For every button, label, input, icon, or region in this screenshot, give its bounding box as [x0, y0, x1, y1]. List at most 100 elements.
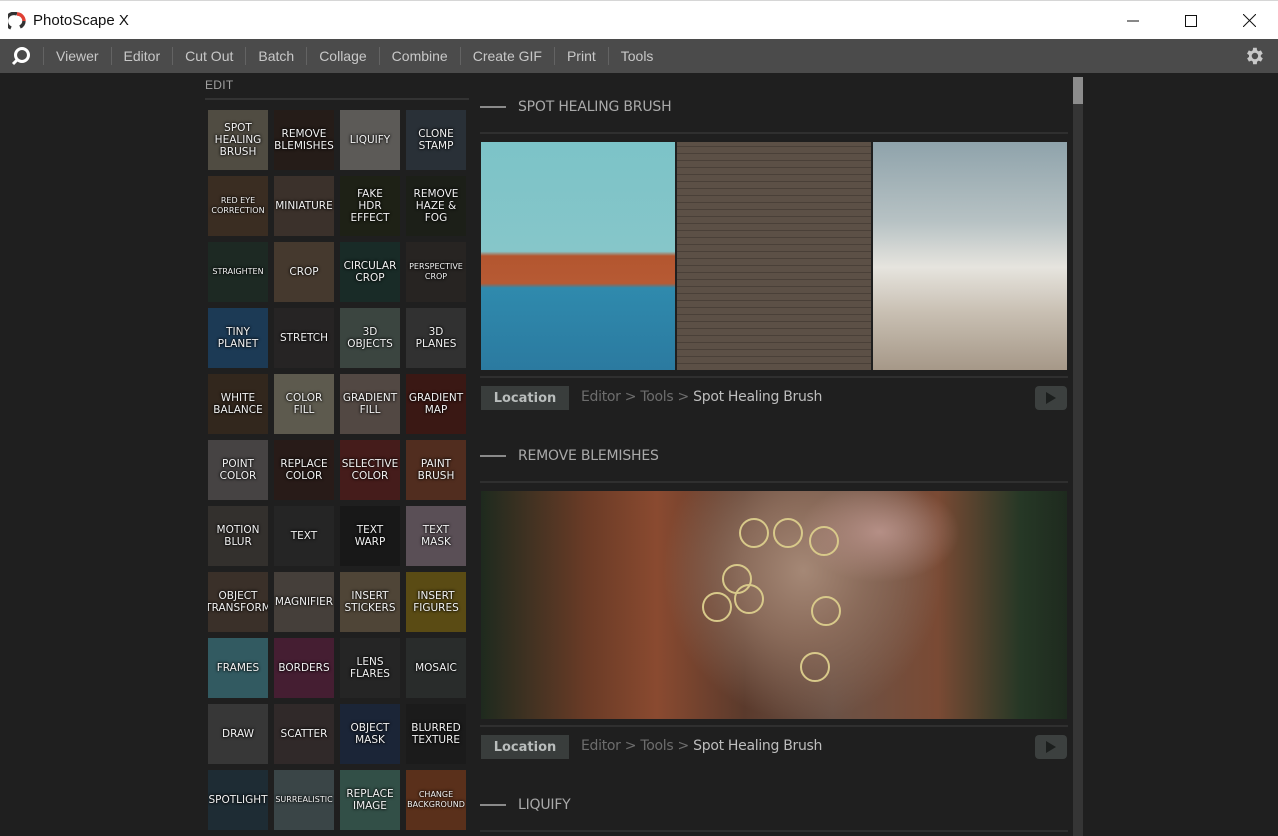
play-icon	[1046, 741, 1056, 753]
path-current: Spot Healing Brush	[693, 389, 823, 405]
title-bar: PhotoScape X	[0, 0, 1278, 39]
tool-tile-perspective-crop[interactable]: PERSPECTIVE CROP	[406, 242, 466, 302]
tool-tile-stretch[interactable]: STRETCH	[274, 308, 334, 368]
menu-item-tools[interactable]: Tools	[607, 47, 666, 65]
tool-tile-text-mask[interactable]: TEXT MASK	[406, 506, 466, 566]
tool-tile-motion-blur[interactable]: MOTION BLUR	[208, 506, 268, 566]
tool-tile-object-mask[interactable]: OBJECT MASK	[340, 704, 400, 764]
tool-tile-gradient-map[interactable]: GRADIENT MAP	[406, 374, 466, 434]
scrollbar-thumb[interactable]	[1073, 77, 1083, 104]
path-separator: >	[677, 389, 690, 405]
tool-tile-point-color[interactable]: POINT COLOR	[208, 440, 268, 500]
tool-tile-3d-objects[interactable]: 3D OBJECTS	[340, 308, 400, 368]
tool-label: BLURRED TEXTURE	[411, 722, 461, 746]
tool-tile-insert-figures[interactable]: INSERT FIGURES	[406, 572, 466, 632]
tool-tile-lens-flares[interactable]: LENS FLARES	[340, 638, 400, 698]
tool-tile-paint-brush[interactable]: PAINT BRUSH	[406, 440, 466, 500]
tool-tile-tiny-planet[interactable]: TINY PLANET	[208, 308, 268, 368]
tool-tile-spot-healing-brush[interactable]: SPOT HEALING BRUSH	[208, 110, 268, 170]
gear-icon[interactable]	[1243, 45, 1265, 67]
menu-item-collage[interactable]: Collage	[306, 47, 378, 65]
tool-tile-magnifier[interactable]: MAGNIFIER	[274, 572, 334, 632]
section-divider	[480, 725, 1068, 727]
path-separator: >	[677, 738, 690, 754]
tool-tile-clone-stamp[interactable]: CLONE STAMP	[406, 110, 466, 170]
tool-tile-3d-planes[interactable]: 3D PLANES	[406, 308, 466, 368]
tool-tile-text[interactable]: TEXT	[274, 506, 334, 566]
blemish-marker	[739, 518, 769, 548]
tool-tile-red-eye-correction[interactable]: RED EYE CORRECTION	[208, 176, 268, 236]
tool-tile-remove-haze-fog[interactable]: REMOVE HAZE & FOG	[406, 176, 466, 236]
tool-tile-blurred-texture[interactable]: BLURRED TEXTURE	[406, 704, 466, 764]
section-divider	[480, 481, 1068, 483]
location-button[interactable]: Location	[481, 735, 569, 759]
tool-tile-miniature[interactable]: MINIATURE	[274, 176, 334, 236]
tool-label: BORDERS	[278, 662, 330, 674]
section-header-remove-blemishes: REMOVE BLEMISHES	[480, 446, 659, 466]
tool-tile-mosaic[interactable]: MOSAIC	[406, 638, 466, 698]
tool-tile-circular-crop[interactable]: CIRCULAR CROP	[340, 242, 400, 302]
tool-label: LENS FLARES	[350, 656, 390, 680]
tool-tile-frames[interactable]: FRAMES	[208, 638, 268, 698]
menu-item-editor[interactable]: Editor	[110, 47, 173, 65]
section-header-spot-healing-brush: SPOT HEALING BRUSH	[480, 97, 672, 117]
tool-label: TINY PLANET	[217, 326, 259, 350]
tool-label: REMOVE HAZE & FOG	[413, 188, 459, 224]
tool-tile-color-fill[interactable]: COLOR FILL	[274, 374, 334, 434]
tool-tile-selective-color[interactable]: SELECTIVE COLOR	[340, 440, 400, 500]
tool-tile-fake-hdr-effect[interactable]: FAKE HDR EFFECT	[340, 176, 400, 236]
maximize-button[interactable]	[1162, 1, 1220, 40]
tool-label: SPOT HEALING BRUSH	[214, 122, 262, 158]
blemish-marker	[800, 652, 830, 682]
tool-tile-gradient-fill[interactable]: GRADIENT FILL	[340, 374, 400, 434]
tool-label: POINT COLOR	[219, 458, 257, 482]
tool-tile-change-background[interactable]: CHANGE BACKGROUND	[406, 770, 466, 830]
tool-label: TEXT WARP	[354, 524, 386, 548]
tool-label: REPLACE COLOR	[280, 458, 328, 482]
blemish-markers	[702, 518, 841, 682]
tool-tile-insert-stickers[interactable]: INSERT STICKERS	[340, 572, 400, 632]
menu-bar: Viewer Editor Cut Out Batch Collage Combine Cr…	[0, 39, 1278, 73]
tool-tile-scatter[interactable]: SCATTER	[274, 704, 334, 764]
tool-tile-remove-blemishes[interactable]: REMOVE BLEMISHES	[274, 110, 334, 170]
menu-item-viewer[interactable]: Viewer	[43, 47, 111, 65]
blemish-marker	[809, 526, 839, 556]
photoscape-home-icon[interactable]	[10, 46, 32, 66]
menu-item-print[interactable]: Print	[553, 47, 608, 65]
tool-tile-surrealistic[interactable]: SURREALISTIC	[274, 770, 334, 830]
menu-item-cut-out[interactable]: Cut Out	[172, 47, 245, 65]
path-editor: Editor	[581, 389, 621, 405]
tool-tile-straighten[interactable]: STRAIGHTEN	[208, 242, 268, 302]
close-button[interactable]	[1220, 1, 1278, 40]
minimize-button[interactable]	[1104, 1, 1162, 40]
menu-item-combine[interactable]: Combine	[378, 47, 460, 65]
window-title: PhotoScape X	[33, 12, 129, 29]
tool-tile-object-transform[interactable]: OBJECT TRANSFORM	[208, 572, 268, 632]
tool-tile-replace-color[interactable]: REPLACE COLOR	[274, 440, 334, 500]
play-video-button[interactable]	[1035, 735, 1067, 759]
tool-label: PAINT BRUSH	[417, 458, 455, 482]
menu-item-batch[interactable]: Batch	[245, 47, 306, 65]
play-icon	[1046, 392, 1056, 404]
path-current: Spot Healing Brush	[693, 738, 823, 754]
tool-label: CLONE STAMP	[418, 128, 454, 152]
location-button[interactable]: Location	[481, 386, 569, 410]
menu-item-create-gif[interactable]: Create GIF	[459, 47, 554, 65]
location-path: Editor > Tools > Spot Healing Brush	[581, 389, 822, 405]
path-tools: Tools	[640, 738, 674, 754]
play-video-button[interactable]	[1035, 386, 1067, 410]
section-title: SPOT HEALING BRUSH	[518, 99, 672, 115]
tool-tile-crop[interactable]: CROP	[274, 242, 334, 302]
tool-tile-text-warp[interactable]: TEXT WARP	[340, 506, 400, 566]
tool-label: GRADIENT FILL	[342, 392, 398, 416]
scrollbar-track[interactable]	[1073, 77, 1083, 836]
tool-tile-white-balance[interactable]: WHITE BALANCE	[208, 374, 268, 434]
tool-tile-replace-image[interactable]: REPLACE IMAGE	[340, 770, 400, 830]
tool-tile-draw[interactable]: DRAW	[208, 704, 268, 764]
tool-tile-spotlight[interactable]: SPOTLIGHT	[208, 770, 268, 830]
tool-tile-liquify[interactable]: LIQUIFY	[340, 110, 400, 170]
tool-tile-borders[interactable]: BORDERS	[274, 638, 334, 698]
tool-label: MAGNIFIER	[274, 596, 334, 608]
tool-label: MOSAIC	[415, 662, 457, 674]
tool-label: SPOTLIGHT	[208, 794, 268, 806]
